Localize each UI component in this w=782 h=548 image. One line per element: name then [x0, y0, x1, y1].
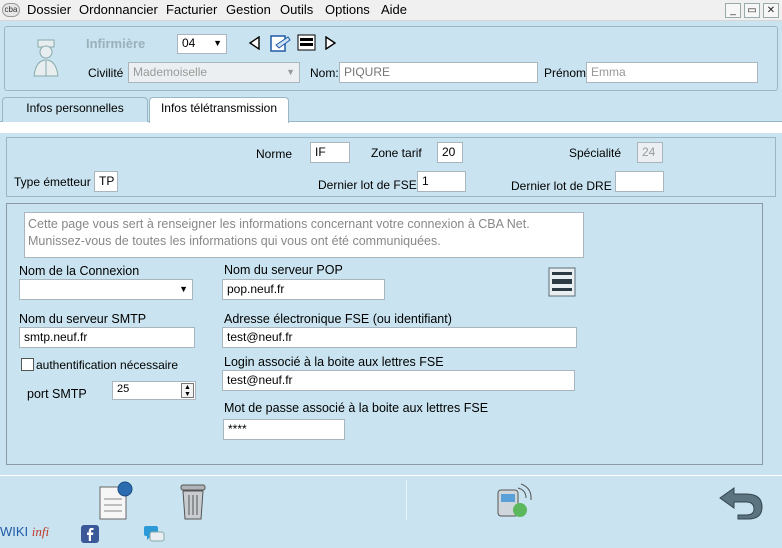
dernier-lot-dre-label: Dernier lot de DRE :	[511, 179, 619, 193]
chevron-down-icon: ▼	[286, 67, 295, 77]
port-smtp-label: port SMTP	[27, 387, 87, 401]
type-emetteur-label: Type émetteur	[14, 175, 91, 189]
zone-tarif-field[interactable]: 20	[437, 142, 463, 163]
restore-button[interactable]: ▭	[744, 3, 760, 18]
menu-facturier[interactable]: Facturier	[166, 2, 217, 17]
menu-outils[interactable]: Outils	[280, 2, 313, 17]
info-box: Cette page vous sert à renseigner les in…	[24, 212, 584, 258]
norme-label: Norme	[256, 147, 293, 161]
menu-ordonnancier[interactable]: Ordonnancier	[79, 2, 158, 17]
new-document-icon[interactable]	[98, 481, 136, 521]
menu-aide[interactable]: Aide	[381, 2, 407, 17]
chevron-down-icon: ▼	[213, 38, 222, 48]
civilite-value: Mademoiselle	[133, 65, 208, 79]
chevron-down-icon: ▼	[179, 284, 188, 294]
form-layout-icon[interactable]	[297, 34, 317, 52]
nom-label: Nom:	[310, 66, 339, 80]
app-logo: cba	[2, 3, 20, 17]
civilite-label: Civilité	[88, 66, 124, 80]
civilite-select[interactable]: Mademoiselle ▼	[128, 62, 300, 83]
toolbar-separator	[406, 480, 407, 520]
close-button[interactable]: ✕	[763, 3, 779, 18]
pop-server-field[interactable]: pop.neuf.fr	[222, 279, 385, 300]
password-fse-label: Mot de passe associé à la boite aux lett…	[224, 401, 489, 415]
wiki-infi-logo[interactable]: WIKI infi	[0, 524, 49, 540]
menu-options[interactable]: Options	[325, 2, 370, 17]
facebook-icon[interactable]	[80, 524, 100, 544]
nom-field[interactable]: PIQURE	[339, 62, 538, 83]
wiki-text: WIKI	[0, 524, 29, 539]
dernier-lot-fse-label: Dernier lot de FSE :	[318, 178, 424, 192]
nurse-avatar-icon	[33, 39, 59, 77]
prenom-field[interactable]: Emma	[586, 62, 758, 83]
specialite-field[interactable]: 24	[637, 142, 663, 163]
menu-bar: cba Dossier Ordonnancier Facturier Gesti…	[0, 0, 782, 21]
authentification-checkbox[interactable]	[21, 358, 34, 371]
practitioner-number-select[interactable]: 04 ▼	[177, 34, 227, 54]
previous-arrow-icon[interactable]	[248, 36, 262, 50]
edit-record-icon[interactable]	[270, 33, 292, 53]
smtp-server-label: Nom du serveur SMTP	[19, 312, 147, 326]
pop-server-label: Nom du serveur POP	[224, 263, 343, 277]
info-line-1: Cette page vous sert à renseigner les in…	[28, 217, 530, 231]
chat-bubble-icon[interactable]	[142, 524, 166, 544]
next-arrow-icon[interactable]	[323, 36, 337, 50]
smtp-server-field[interactable]: smtp.neuf.fr	[19, 327, 195, 348]
info-line-2: Munissez-vous de toutes les informations…	[28, 234, 441, 248]
login-fse-label: Login associé à la boite aux lettres FSE	[224, 355, 444, 369]
tab-content-strip	[0, 122, 782, 133]
form-list-icon[interactable]	[548, 267, 576, 297]
minimize-button[interactable]: _	[725, 3, 741, 18]
tab-infos-personnelles[interactable]: Infos personnelles	[2, 97, 148, 122]
menu-dossier[interactable]: Dossier	[27, 2, 71, 17]
connexion-select[interactable]: ▼	[19, 279, 193, 300]
dernier-lot-fse-field[interactable]: 1	[417, 171, 466, 192]
port-smtp-stepper[interactable]: 25 ▲ ▼	[112, 381, 196, 400]
role-title: Infirmière	[86, 36, 146, 51]
stepper-arrows-icon[interactable]: ▲ ▼	[181, 383, 194, 398]
teletransmission-send-icon[interactable]	[490, 480, 534, 522]
specialite-label: Spécialité	[569, 146, 622, 160]
password-fse-field[interactable]: ****	[223, 419, 345, 440]
menu-gestion[interactable]: Gestion	[226, 2, 271, 17]
adresse-fse-label: Adresse électronique FSE (ou identifiant…	[224, 312, 452, 326]
infi-text: infi	[31, 524, 50, 539]
trash-icon[interactable]	[177, 481, 209, 521]
connexion-label: Nom de la Connexion	[19, 264, 140, 278]
authentification-label: authentification nécessaire	[36, 358, 179, 372]
adresse-fse-field[interactable]: test@neuf.fr	[222, 327, 577, 348]
port-smtp-value: 25	[117, 383, 130, 395]
return-back-icon[interactable]	[718, 482, 764, 520]
dernier-lot-dre-field[interactable]	[615, 171, 664, 192]
login-fse-field[interactable]: test@neuf.fr	[222, 370, 575, 391]
zone-tarif-label: Zone tarif	[371, 146, 422, 160]
norme-field[interactable]: IF	[310, 142, 350, 163]
type-emetteur-field[interactable]: TP	[94, 171, 118, 192]
prenom-label: Prénom	[544, 66, 587, 80]
tab-infos-teletransmission[interactable]: Infos télétransmission	[149, 97, 289, 123]
practitioner-number-value: 04	[182, 36, 196, 50]
